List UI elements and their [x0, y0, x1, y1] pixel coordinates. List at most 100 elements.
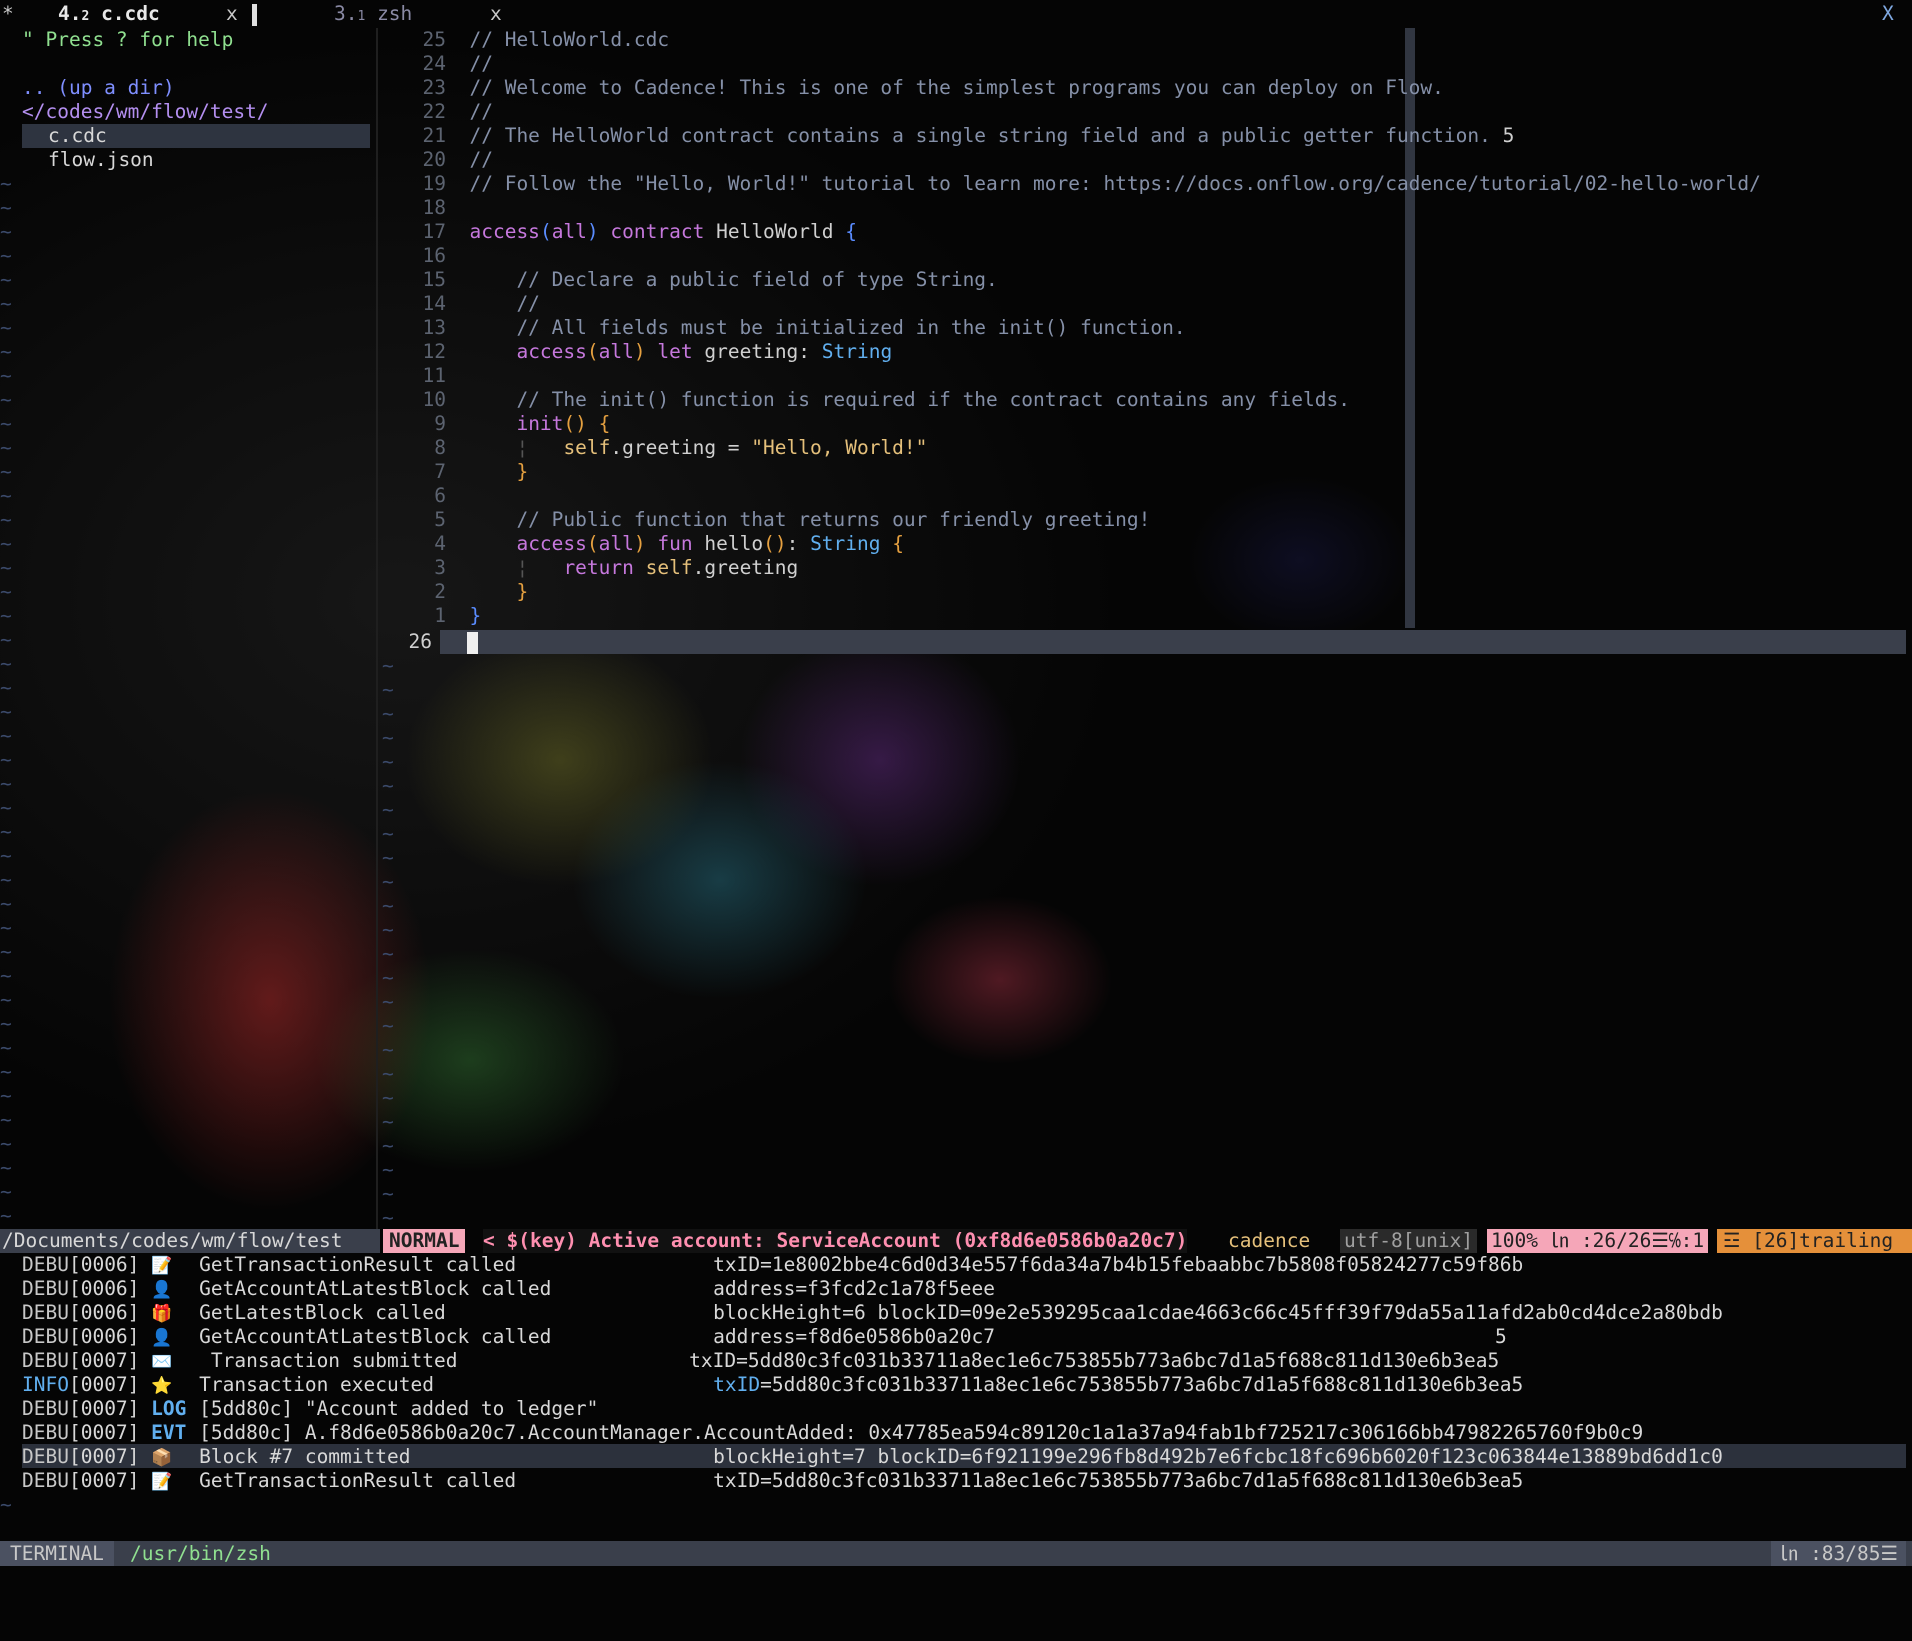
empty-line-marker: ~ — [382, 822, 394, 845]
log-code: [0006] — [68, 1325, 140, 1348]
code-line: 5 // Public function that returns our fr… — [434, 508, 1151, 531]
log-message: [5dd80c] "Account added to ledger" — [199, 1397, 599, 1420]
empty-line-marker: ~ — [0, 580, 12, 603]
empty-line-marker: ~ — [0, 1036, 12, 1059]
empty-line-marker: ~ — [0, 1084, 12, 1107]
log-fields: txID=5dd80c3fc031b33711a8ec1e6c753855b77… — [689, 1349, 1500, 1372]
log-code: [0006] — [68, 1301, 140, 1324]
code-line: 4 access(all) fun hello(): String { — [434, 532, 905, 555]
empty-line-marker: ~ — [0, 1108, 12, 1131]
tab-zsh-close-button[interactable]: x — [490, 2, 502, 26]
empty-line-marker: ~ — [382, 726, 394, 749]
status-mode: NORMAL — [383, 1229, 466, 1253]
terminal-log-row: DEBU[0007] 📦 Block #7 committed blockHeigh… — [22, 1445, 1723, 1469]
terminal-empty-line: ~ — [0, 1493, 12, 1516]
empty-line-marker: ~ — [382, 774, 394, 797]
code-line: 3 ¦ return self.greeting — [434, 556, 799, 579]
log-message: Transaction executed — [199, 1373, 434, 1396]
code-line: 20 // — [422, 148, 493, 171]
code-line: 14 // — [422, 292, 540, 315]
empty-line-marker: ~ — [382, 678, 394, 701]
code-line: 18 — [422, 196, 446, 219]
log-level: DEBU — [22, 1445, 69, 1468]
log-code: [0007] — [68, 1469, 140, 1492]
code-line: 6 — [434, 484, 446, 507]
tree-root-path[interactable]: </codes/wm/flow/test/ — [22, 100, 269, 124]
empty-line-marker: ~ — [0, 1012, 12, 1035]
status-encoding: utf-8[unix] — [1340, 1229, 1478, 1253]
tab-c-cdc-close-button[interactable]: x — [226, 2, 238, 26]
log-message: GetTransactionResult called — [199, 1253, 517, 1276]
empty-line-marker: ~ — [0, 1204, 12, 1227]
empty-line-marker: ~ — [382, 1134, 394, 1157]
empty-line-marker: ~ — [0, 700, 12, 723]
log-fields: txID=5dd80c3fc031b33711a8ec1e6c753855b77… — [713, 1469, 1524, 1492]
log-message: Transaction submitted — [199, 1349, 458, 1372]
tree-up-dir[interactable]: .. (up a dir) — [22, 76, 175, 100]
empty-line-marker: ~ — [0, 1060, 12, 1083]
empty-line-marker: ~ — [0, 532, 12, 555]
empty-line-marker: ~ — [382, 702, 394, 725]
terminal-log-row: DEBU[0006] 👤 GetAccountAtLatestBlock call… — [22, 1277, 995, 1301]
empty-line-marker: ~ — [0, 820, 12, 843]
log-message: GetTransactionResult called — [199, 1469, 517, 1492]
log-fields: blockHeight=6 blockID=09e2e539295caa1cda… — [713, 1301, 1723, 1324]
tree-file-c-cdc[interactable]: c.cdc — [22, 124, 370, 148]
log-emoji-icon: ⭐ — [151, 1376, 173, 1396]
status-path: /Documents/codes/wm/flow/test — [0, 1229, 380, 1253]
code-line: 23 // Welcome to Cadence! This is one of… — [422, 76, 1444, 99]
log-fields: address=f3fcd2c1a78f5eee — [713, 1277, 995, 1300]
empty-line-marker: ~ — [382, 654, 394, 677]
empty-line-marker: ~ — [382, 1206, 394, 1229]
empty-line-marker: ~ — [0, 988, 12, 1011]
log-emoji-icon: ✉️ — [151, 1352, 173, 1372]
log-fields: blockHeight=7 blockID=6f921199e296fb8d49… — [713, 1445, 1723, 1468]
log-code: [0007] — [68, 1349, 140, 1372]
tab-c-cdc[interactable]: 4.2 c.cdc — [58, 2, 160, 29]
empty-line-marker: ~ — [382, 1062, 394, 1085]
empty-line-marker: ~ — [0, 964, 12, 987]
code-line: 24 // — [422, 52, 493, 75]
empty-line-marker: ~ — [0, 484, 12, 507]
terminal-pane[interactable]: DEBU[0006] 📝 GetTransactionResult called t… — [0, 1253, 1912, 1541]
empty-line-marker: ~ — [382, 1158, 394, 1181]
terminal-log-row: DEBU[0007] EVT [5dd80c] A.f8d6e0586b0a20c… — [22, 1421, 1643, 1445]
code-line: 25 // HelloWorld.cdc — [422, 28, 670, 51]
empty-line-marker: ~ — [0, 892, 12, 915]
log-fields: txID=1e8002bbe4c6d0d34e557f6da34a7b4b15f… — [713, 1253, 1524, 1276]
log-code: [0007] — [68, 1373, 140, 1396]
log-emoji-icon: 📝 — [151, 1472, 173, 1492]
empty-line-marker: ~ — [382, 1014, 394, 1037]
status-position: 100% ㏑ :26/26☰℅:1 — [1487, 1229, 1709, 1253]
log-message: GetAccountAtLatestBlock called — [199, 1277, 552, 1300]
terminal-log-row: DEBU[0006] 🎁 GetLatestBlock called blockHe… — [22, 1301, 1723, 1325]
editor-pane[interactable]: 25 // HelloWorld.cdc 24 // 23 // Welcome… — [378, 28, 1912, 1229]
status-message: < $(key) Active account: ServiceAccount … — [483, 1229, 1188, 1253]
empty-line-marker: ~ — [0, 652, 12, 675]
empty-line-marker: ~ — [0, 1132, 12, 1155]
close-all-tabs-button[interactable]: X — [1882, 2, 1894, 26]
empty-line-marker: ~ — [382, 966, 394, 989]
log-fields: address=f8d6e0586b0a20c7 — [713, 1325, 995, 1348]
status-line: /Documents/codes/wm/flow/test NORMAL < $… — [0, 1229, 1912, 1253]
log-message: GetLatestBlock called — [199, 1301, 446, 1324]
tree-file-flow-json[interactable]: flow.json — [48, 148, 154, 172]
tab-zsh[interactable]: 3.1 zsh — [334, 2, 412, 29]
log-fields: =5dd80c3fc031b33711a8ec1e6c753855b773a6b… — [760, 1373, 1524, 1396]
empty-line-marker: ~ — [382, 1110, 394, 1133]
code-line-current: 26 — [378, 630, 479, 654]
log-emoji-icon: 🎁 — [151, 1304, 173, 1324]
empty-line-marker: ~ — [0, 364, 12, 387]
empty-line-marker: ~ — [382, 870, 394, 893]
code-line: 12 access(all) let greeting: String — [422, 340, 893, 363]
terminal-position: ㏑ :83/85☰ — [1770, 1541, 1906, 1566]
empty-line-marker: ~ — [0, 388, 12, 411]
empty-line-marker: ~ — [0, 940, 12, 963]
empty-line-marker: ~ — [0, 868, 12, 891]
log-level: DEBU — [22, 1349, 69, 1372]
tab-separator — [252, 4, 257, 26]
terminal-status-bar: TERMINAL /usr/bin/zsh ㏑ :83/85☰ — [0, 1541, 1912, 1566]
empty-line-marker: ~ — [382, 918, 394, 941]
code-line: 7 } — [434, 460, 529, 483]
empty-line-marker: ~ — [0, 460, 12, 483]
